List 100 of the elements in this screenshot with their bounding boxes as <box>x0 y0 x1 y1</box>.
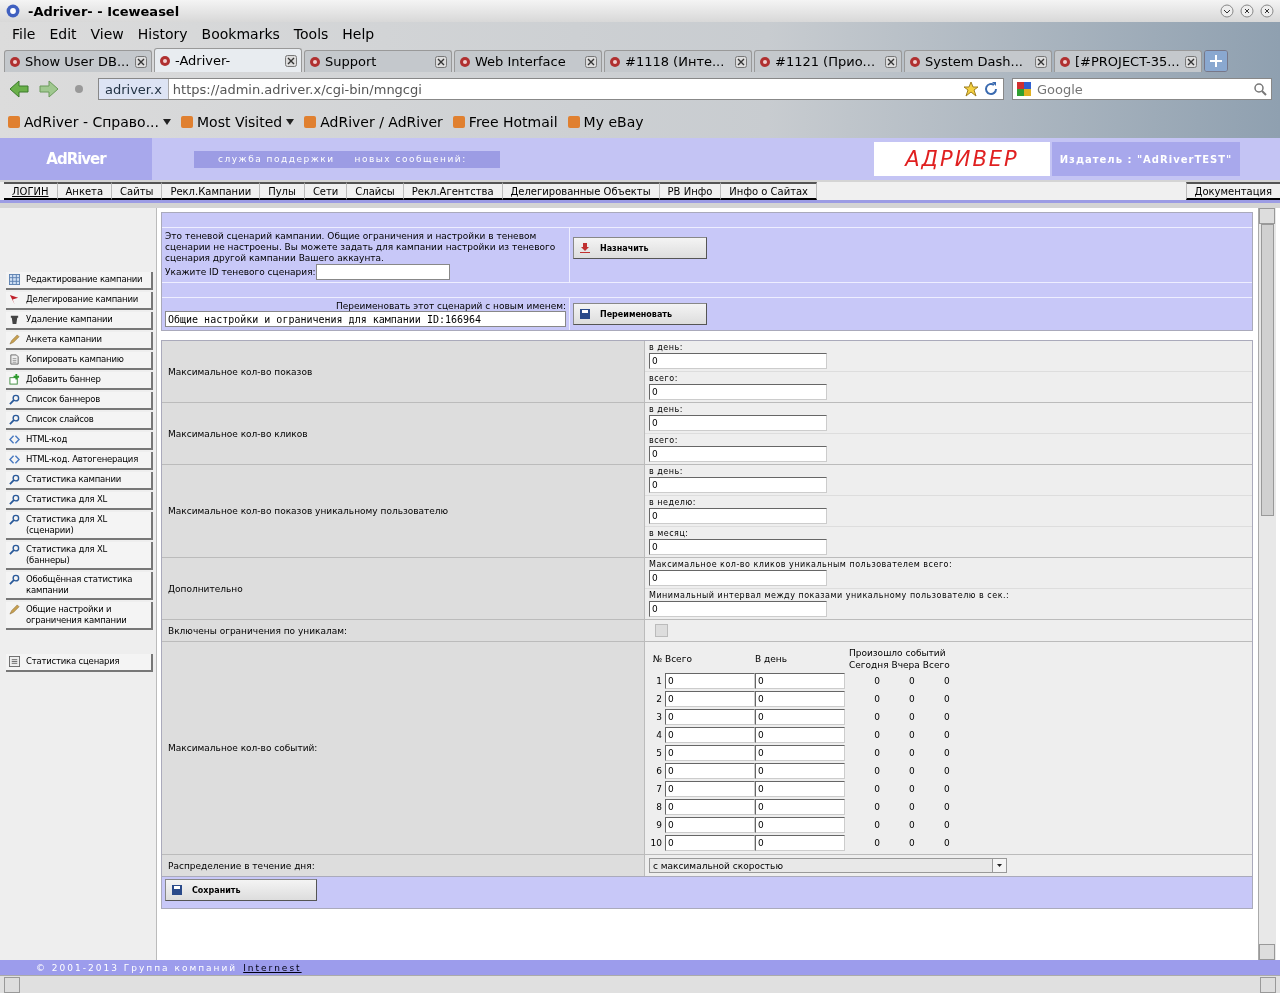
rename-button[interactable]: Переименовать <box>573 303 707 325</box>
close-icon[interactable] <box>1185 55 1197 68</box>
sidebar-item[interactable]: Делегирование кампании <box>6 292 153 310</box>
menu-item[interactable]: History <box>135 26 190 42</box>
event-day-field[interactable]: 0 <box>755 745 845 761</box>
limit-field[interactable]: 0 <box>649 601 827 617</box>
menu-item[interactable]: Bookmarks <box>199 26 282 42</box>
sidebar-item[interactable]: Список слайсов <box>6 412 153 430</box>
limit-field[interactable]: 0 <box>649 477 827 493</box>
nav-item[interactable]: Анкета <box>57 182 113 200</box>
event-total-field[interactable]: 0 <box>665 835 755 851</box>
sidebar-item[interactable]: HTML-код. Автогенерация <box>6 452 153 470</box>
limit-field[interactable]: 0 <box>649 446 827 462</box>
sidebar-item[interactable]: Список баннеров <box>6 392 153 410</box>
menu-item[interactable]: Edit <box>47 26 79 42</box>
nav-item[interactable]: Сети <box>304 182 348 200</box>
nav-item[interactable]: Сайты <box>112 182 163 200</box>
browser-tab[interactable]: System Dash... <box>904 50 1052 72</box>
close-icon[interactable] <box>135 55 147 68</box>
sidebar-item[interactable]: Анкета кампании <box>6 332 153 350</box>
reload-icon[interactable] <box>983 81 999 97</box>
close-icon[interactable] <box>735 55 747 68</box>
browser-tab[interactable]: Web Interface <box>454 50 602 72</box>
new-tab-icon[interactable] <box>1204 50 1228 72</box>
event-day-field[interactable]: 0 <box>755 835 845 851</box>
star-icon[interactable] <box>963 81 979 97</box>
bookmark[interactable]: My eBay <box>567 114 644 130</box>
limit-field[interactable]: 0 <box>649 415 827 431</box>
event-total-field[interactable]: 0 <box>665 781 755 797</box>
event-day-field[interactable]: 0 <box>755 781 845 797</box>
menu-item[interactable]: View <box>88 26 126 42</box>
close-icon[interactable] <box>885 55 897 68</box>
menu-item[interactable]: Tools <box>291 26 331 42</box>
close-icon[interactable] <box>1035 55 1047 68</box>
browser-tab[interactable]: [#PROJECT-35... <box>1054 50 1202 72</box>
event-total-field[interactable]: 0 <box>665 673 755 689</box>
browser-tab[interactable]: #1121 (Прио... <box>754 50 902 72</box>
search-box[interactable]: Google <box>1012 78 1272 100</box>
browser-tab[interactable]: Support <box>304 50 452 72</box>
browser-tab[interactable]: Show User DB... <box>4 50 152 72</box>
limit-field[interactable]: 0 <box>649 570 827 586</box>
event-total-field[interactable]: 0 <box>665 763 755 779</box>
scrollbar[interactable] <box>1258 208 1276 960</box>
event-total-field[interactable]: 0 <box>665 727 755 743</box>
minimize-icon[interactable] <box>1220 4 1234 18</box>
event-day-field[interactable]: 0 <box>755 817 845 833</box>
event-total-field[interactable]: 0 <box>665 691 755 707</box>
checkbox[interactable] <box>655 624 668 637</box>
sidebar-item[interactable]: Статистика для XL <box>6 492 153 510</box>
nav-item[interactable]: Инфо о Сайтах <box>721 182 817 200</box>
assign-button[interactable]: Назначить <box>573 237 707 259</box>
nav-item[interactable]: Пулы <box>260 182 305 200</box>
menu-item[interactable]: File <box>10 26 38 42</box>
event-total-field[interactable]: 0 <box>665 817 755 833</box>
event-total-field[interactable]: 0 <box>665 799 755 815</box>
nav-item[interactable]: ЛОГИН <box>4 182 58 200</box>
sidebar-item[interactable]: HTML-код <box>6 432 153 450</box>
sidebar-item[interactable]: Статистика для XL (сценарии) <box>6 512 153 540</box>
sidebar-item[interactable]: Добавить баннер <box>6 372 153 390</box>
back-icon[interactable] <box>8 78 30 100</box>
close-icon[interactable] <box>1260 4 1274 18</box>
sidebar-item[interactable]: Статистика для XL (баннеры) <box>6 542 153 570</box>
search-field[interactable]: Google <box>1035 80 1249 98</box>
scenario-id-field[interactable] <box>315 264 450 280</box>
event-day-field[interactable]: 0 <box>755 709 845 725</box>
address-bar[interactable]: adriver.x https://admin.adriver.x/cgi-bin/mngcgi <box>98 78 1004 100</box>
bookmark[interactable]: Free Hotmail <box>452 114 558 130</box>
close-icon[interactable] <box>585 55 597 68</box>
sidebar-item[interactable]: Копировать кампанию <box>6 352 153 370</box>
company-link[interactable]: Internest <box>243 962 302 973</box>
event-day-field[interactable]: 0 <box>755 727 845 743</box>
scenario-name-field[interactable]: Общие настройки и ограничения для кампании ID:166964 <box>165 311 566 327</box>
nav-item[interactable]: РВ Инфо <box>659 182 722 200</box>
event-total-field[interactable]: 0 <box>665 745 755 761</box>
browser-tab[interactable]: #1118 (Инте... <box>604 50 752 72</box>
event-day-field[interactable]: 0 <box>755 673 845 689</box>
sidebar-item[interactable]: Общие настройки и ограничения кампании <box>6 602 153 630</box>
nav-item[interactable]: Документация <box>1185 182 1280 200</box>
limit-field[interactable]: 0 <box>649 508 827 524</box>
sidebar-item[interactable]: Редактирование кампании <box>6 272 153 290</box>
nav-item[interactable]: Слайсы <box>347 182 404 200</box>
bookmark[interactable]: Most Visited <box>181 114 295 130</box>
menu-item[interactable]: Help <box>340 26 377 42</box>
sidebar-item[interactable]: Удаление кампании <box>6 312 153 330</box>
nav-item[interactable]: Делегированные Объекты <box>502 182 660 200</box>
save-button[interactable]: Сохранить <box>165 879 317 901</box>
limit-field[interactable]: 0 <box>649 384 827 400</box>
search-engine-icon[interactable] <box>1017 82 1031 96</box>
nav-item[interactable]: Рекл.Кампании <box>162 182 261 200</box>
search-icon[interactable] <box>1253 82 1267 96</box>
limit-field[interactable]: 0 <box>649 539 827 555</box>
event-day-field[interactable]: 0 <box>755 763 845 779</box>
bookmark[interactable]: AdRiver / AdRiver <box>304 114 443 130</box>
nav-item[interactable]: Рекл.Агентства <box>403 182 503 200</box>
sidebar-item[interactable]: Статистика кампании <box>6 472 153 490</box>
distribution-dropdown[interactable]: с максимальной скоростью <box>649 858 1007 873</box>
sidebar-item[interactable]: Статистика сценария <box>6 654 153 672</box>
limit-field[interactable]: 0 <box>649 353 827 369</box>
close-icon[interactable] <box>285 54 297 67</box>
maximize-icon[interactable] <box>1240 4 1254 18</box>
